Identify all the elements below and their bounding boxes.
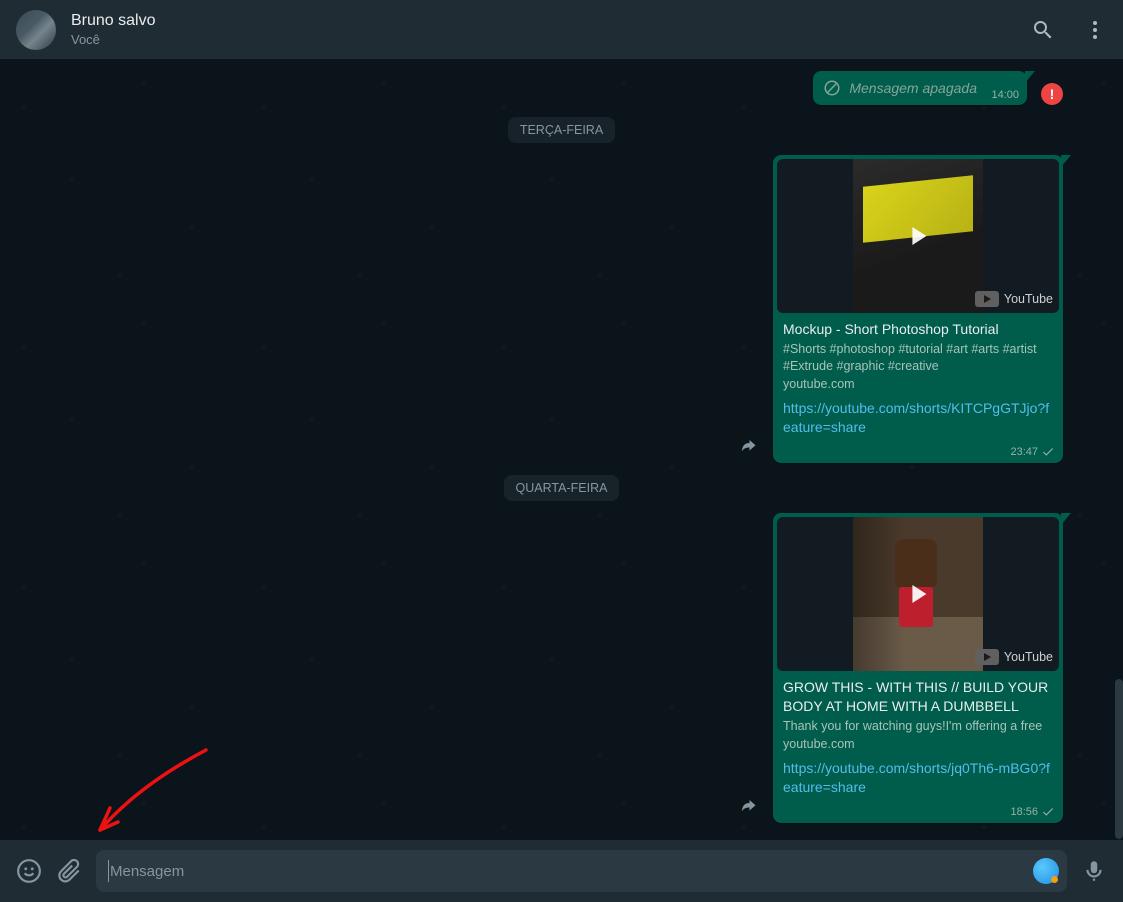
mic-icon[interactable] <box>1081 858 1107 884</box>
composer <box>0 840 1123 902</box>
preview-source: youtube.com <box>783 737 1053 751</box>
preview-link[interactable]: https://youtube.com/shorts/KITCPgGTJjo?f… <box>783 399 1053 437</box>
video-thumbnail[interactable]: YouTube <box>777 517 1059 671</box>
error-badge[interactable]: ! <box>1041 83 1063 105</box>
date-separator: QUARTA-FEIRA <box>504 475 620 501</box>
youtube-badge: YouTube <box>975 291 1053 307</box>
date-separator: TERÇA-FEIRA <box>508 117 615 143</box>
search-icon[interactable] <box>1031 18 1055 42</box>
video-thumbnail[interactable]: YouTube <box>777 159 1059 313</box>
scrollbar[interactable] <box>1115 679 1123 839</box>
play-icon <box>912 585 926 603</box>
preview-source: youtube.com <box>783 377 1053 391</box>
blocked-icon <box>823 79 841 97</box>
forward-button[interactable] <box>731 429 765 463</box>
contact-name: Bruno salvo <box>71 10 1031 31</box>
contact-subtitle: Você <box>71 31 1031 49</box>
check-icon <box>1041 445 1055 459</box>
message-link-preview[interactable]: YouTube Mockup - Short Photoshop Tutoria… <box>773 155 1063 463</box>
avatar[interactable] <box>16 10 56 50</box>
message-input[interactable] <box>110 850 1023 892</box>
sticker-icon[interactable] <box>1033 858 1059 884</box>
check-icon <box>1041 805 1055 819</box>
attach-icon[interactable] <box>56 858 82 884</box>
preview-desc: Thank you for watching guys!I'm offering… <box>783 718 1053 735</box>
message-input-wrap[interactable] <box>96 850 1067 892</box>
message-time: 14:00 <box>991 89 1019 101</box>
preview-link[interactable]: https://youtube.com/shorts/jq0Th6-mBG0?f… <box>783 759 1053 797</box>
message-deleted[interactable]: Mensagem apagada 14:00 <box>813 71 1027 105</box>
header-info[interactable]: Bruno salvo Você <box>71 10 1031 49</box>
preview-title: Mockup - Short Photoshop Tutorial <box>783 320 1053 339</box>
preview-title: GROW THIS - WITH THIS // BUILD YOUR BODY… <box>783 678 1053 716</box>
chat-header[interactable]: Bruno salvo Você <box>0 0 1123 59</box>
youtube-badge: YouTube <box>975 649 1053 665</box>
chat-area[interactable]: Mensagem apagada 14:00 ! TERÇA-FEIRA You… <box>0 59 1123 840</box>
play-icon <box>912 227 926 245</box>
forward-button[interactable] <box>731 789 765 823</box>
menu-icon[interactable] <box>1083 18 1107 42</box>
emoji-icon[interactable] <box>16 858 42 884</box>
message-time: 23:47 <box>1010 445 1055 459</box>
preview-desc: #Shorts #photoshop #tutorial #art #arts … <box>783 341 1053 375</box>
message-link-preview[interactable]: YouTube GROW THIS - WITH THIS // BUILD Y… <box>773 513 1063 823</box>
message-time: 18:56 <box>1010 805 1055 819</box>
deleted-text: Mensagem apagada <box>849 80 977 96</box>
